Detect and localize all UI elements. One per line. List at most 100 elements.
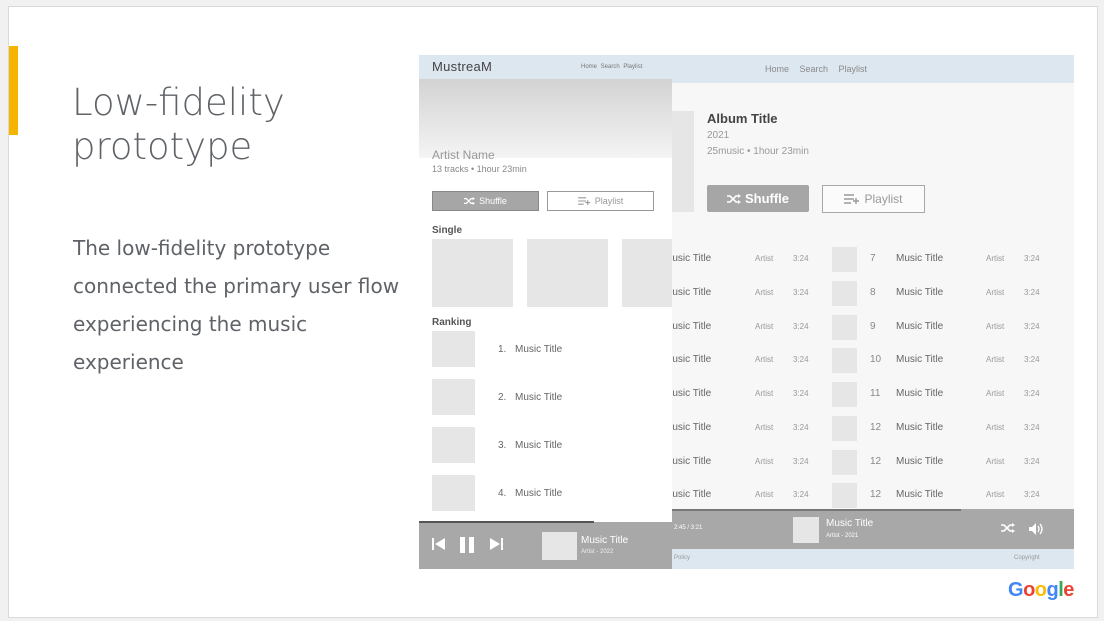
album-title: Album Title [707, 111, 778, 126]
track-thumbnail [832, 315, 857, 340]
track-row[interactable]: Music Title Artist 3:24 [672, 450, 812, 476]
shuffle-icon [464, 197, 476, 205]
previous-icon[interactable] [432, 537, 446, 551]
track-artist: Artist [986, 254, 1005, 263]
single-card[interactable] [432, 239, 513, 307]
track-number: 10 [870, 354, 882, 365]
single-card[interactable] [622, 239, 672, 307]
track-title: Music Title [672, 489, 712, 500]
slide-title: Low-fidelity prototype [72, 81, 285, 168]
track-title: Music Title [672, 456, 712, 467]
track-row[interactable]: 10 Music Title Artist 3:24 [832, 348, 1072, 374]
track-duration: 3:24 [793, 423, 809, 432]
track-number: 8 [870, 287, 876, 298]
single-card[interactable] [527, 239, 608, 307]
track-row[interactable]: Music Title Artist 3:24 [672, 416, 812, 442]
track-artist: Artist [755, 322, 774, 331]
track-artist: Artist [986, 423, 1005, 432]
track-duration: 3:24 [1024, 288, 1040, 297]
ranking-number: 4. [498, 488, 507, 499]
track-artist: Artist [986, 389, 1005, 398]
track-row[interactable]: Music Title Artist 3:24 [672, 247, 812, 273]
track-thumbnail [832, 483, 857, 508]
track-row[interactable]: 12 Music Title Artist 3:24 [832, 416, 1072, 442]
track-title: Music Title [672, 321, 712, 332]
desktop-playlist-button[interactable]: Playlist [822, 185, 925, 213]
player-time: 2:45 / 3:21 [674, 525, 703, 531]
ranking-item[interactable]: 2. Music Title [432, 379, 672, 419]
track-title: Music Title [896, 456, 944, 467]
app-logo[interactable]: MustreaM [432, 59, 492, 74]
track-duration: 3:24 [793, 254, 809, 263]
mobile-progress-bar[interactable] [419, 521, 594, 523]
volume-icon[interactable] [1029, 523, 1045, 535]
mobile-playlist-button[interactable]: Playlist [547, 191, 654, 211]
desktop-nav: Home Search Playlist [672, 55, 1074, 83]
track-artist: Artist [986, 490, 1005, 499]
ranking-item[interactable]: 1. Music Title [432, 331, 672, 371]
track-number: 12 [870, 456, 882, 467]
ranking-item[interactable]: 4. Music Title [432, 475, 672, 515]
track-title: Music Title [896, 489, 944, 500]
track-title: Music Title [672, 388, 712, 399]
next-icon[interactable] [489, 537, 503, 551]
desktop-shuffle-button[interactable]: Shuffle [707, 185, 809, 212]
track-title: Music Title [896, 321, 944, 332]
track-title: Music Title [896, 354, 944, 365]
ranking-title: Music Title [515, 488, 563, 499]
track-artist: Artist [755, 389, 774, 398]
artist-meta: 13 tracks • 1hour 23min [432, 164, 527, 174]
ranking-thumbnail [432, 379, 475, 415]
track-title: Music Title [896, 388, 944, 399]
ranking-title: Music Title [515, 392, 563, 403]
ranking-item[interactable]: 3. Music Title [432, 427, 672, 467]
track-row[interactable]: 11 Music Title Artist 3:24 [832, 382, 1072, 408]
track-row[interactable]: Music Title Artist 3:24 [672, 348, 812, 374]
footer-policy-link[interactable]: Policy [674, 555, 690, 561]
track-artist: Artist [755, 490, 774, 499]
playlist-add-icon [844, 194, 860, 204]
track-thumbnail [832, 247, 857, 272]
shuffle-icon[interactable] [1001, 523, 1015, 533]
mobile-playlist-label: Playlist [594, 196, 624, 206]
player-artist: Artist - 2021 [826, 533, 859, 539]
track-row[interactable]: 12 Music Title Artist 3:24 [832, 483, 1072, 509]
desktop-progress-bar[interactable] [672, 509, 962, 511]
track-artist: Artist [986, 288, 1005, 297]
accent-bar [9, 46, 18, 135]
track-artist: Artist [986, 355, 1005, 364]
ranking-number: 2. [498, 392, 507, 403]
track-row[interactable]: 9 Music Title Artist 3:24 [832, 315, 1072, 341]
player-artist: Artist - 2022 [581, 549, 614, 555]
album-meta: 25music • 1hour 23min [707, 146, 809, 157]
ranking-heading: Ranking [432, 317, 472, 328]
mobile-shuffle-button[interactable]: Shuffle [432, 191, 539, 211]
desktop-playlist-label: Playlist [864, 192, 903, 206]
ranking-title: Music Title [515, 344, 563, 355]
track-duration: 3:24 [793, 457, 809, 466]
track-row[interactable]: 8 Music Title Artist 3:24 [832, 281, 1072, 307]
ranking-number: 3. [498, 440, 507, 451]
player-title: Music Title [826, 518, 874, 529]
track-row[interactable]: Music Title Artist 3:24 [672, 483, 812, 509]
track-title: Music Title [672, 287, 712, 298]
track-row[interactable]: Music Title Artist 3:24 [672, 315, 812, 341]
track-thumbnail [832, 382, 857, 407]
track-thumbnail [832, 450, 857, 475]
ranking-thumbnail [432, 475, 475, 511]
track-title: Music Title [672, 253, 712, 264]
track-title: Music Title [672, 354, 712, 365]
track-row[interactable]: Music Title Artist 3:24 [672, 281, 812, 307]
desktop-nav-links[interactable]: Home Search Playlist [765, 64, 867, 74]
track-row[interactable]: Music Title Artist 3:24 [672, 382, 812, 408]
slide: Low-fidelity prototype The low-fidelity … [8, 6, 1098, 618]
track-duration: 3:24 [1024, 355, 1040, 364]
mobile-nav-links[interactable]: Home Search Playlist [581, 64, 642, 70]
track-row[interactable]: 12 Music Title Artist 3:24 [832, 450, 1072, 476]
track-row[interactable]: 7 Music Title Artist 3:24 [832, 247, 1072, 273]
track-duration: 3:24 [793, 389, 809, 398]
track-thumbnail [832, 281, 857, 306]
pause-icon[interactable] [459, 537, 475, 553]
mobile-shuffle-label: Shuffle [479, 196, 507, 206]
artist-hero-image [419, 79, 672, 158]
